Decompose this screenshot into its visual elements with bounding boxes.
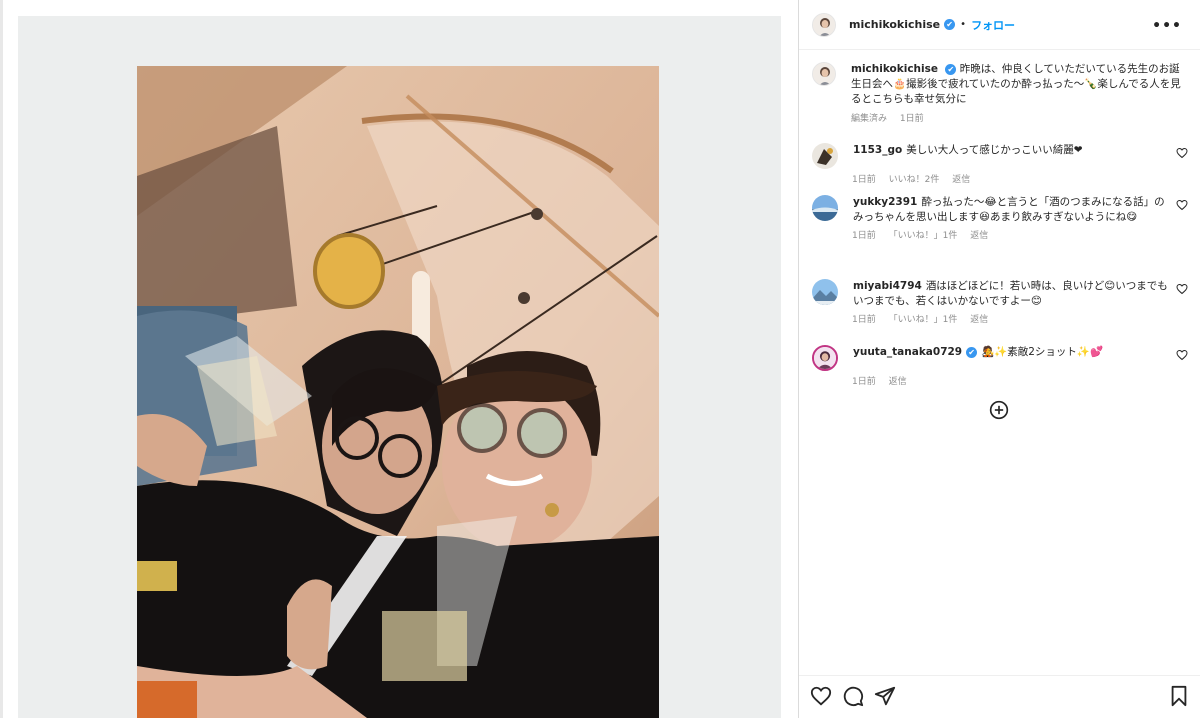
comment-text-block: yuuta_tanaka0729 ✔ 🧑‍🎤✨素敵2ショット✨💕 [853,345,1171,360]
comment-text-block: 1153_go 美しい大人って感じかっこいい綺麗❤ [853,143,1171,158]
load-more-comments-plus-circle-icon[interactable] [989,400,1009,420]
reply-button[interactable]: 返信 [952,175,970,185]
post-author-username[interactable]: michikokichise [849,18,940,31]
follow-button[interactable]: フォロー [971,17,1015,33]
comment-username[interactable]: yukky2391 [853,196,917,208]
post-photo[interactable] [137,66,659,718]
reply-button[interactable]: 返信 [889,377,907,387]
comment-item: yukky2391 酔っ払った〜😂と言うと「酒のつまみになる話」のみっちゃんを思い… [812,195,1188,241]
post-photo-illustration [137,66,659,718]
verified-badge-icon: ✔ [944,19,956,30]
comment-item: miyabi4794 酒はほどほどに！若い時は、良いけど😊いつまでもいつまでも、若… [812,279,1188,325]
comment-username[interactable]: yuuta_tanaka0729 [853,346,962,358]
commenter-avatar[interactable] [812,143,838,169]
like-heart-icon[interactable] [810,685,832,707]
comment-meta: 1日前 返信 [852,374,1188,387]
more-options-icon[interactable]: ••• [1152,18,1182,34]
share-send-icon[interactable] [874,685,896,707]
window-edge [0,0,3,718]
comment-likes[interactable]: 「いいね！」1件 [889,231,958,241]
comment-like-heart-icon[interactable] [1176,147,1188,159]
post-header: michikokichise ✔ • フォロー ••• [799,0,1200,50]
comment-likes[interactable]: いいね！2件 [889,175,940,185]
comment-likes[interactable]: 「いいね！」1件 [889,315,958,325]
commenter-avatar[interactable] [812,345,838,371]
comment-body: 美しい大人って感じかっこいい綺麗❤ [906,144,1083,156]
avatar[interactable] [812,12,836,37]
comment-time[interactable]: 1日前 [852,377,876,387]
reply-button[interactable]: 返信 [970,315,988,325]
comment-like-heart-icon[interactable] [1176,199,1188,211]
commenter-avatar[interactable] [812,279,838,305]
caption-avatar[interactable] [812,62,836,86]
reply-button[interactable]: 返信 [970,231,988,241]
comment-meta: 1日前 「いいね！」1件 返信 [852,228,1188,241]
post-caption: michikokichise ✔ 昨晩は、仲良くしていただいている先生のお誕生日… [812,62,1187,124]
caption-text-block: michikokichise ✔ 昨晩は、仲良くしていただいている先生のお誕生日… [851,62,1187,107]
comment-item: yuuta_tanaka0729 ✔ 🧑‍🎤✨素敵2ショット✨💕 1日前 返信 [812,345,1188,387]
comment-time[interactable]: 1日前 [852,175,876,185]
comment-icon[interactable] [842,685,864,707]
comment-text-block: miyabi4794 酒はほどほどに！若い時は、良いけど😊いつまでもいつまでも、若… [853,279,1171,309]
verified-badge-icon: ✔ [945,64,957,75]
comment-meta: 1日前 「いいね！」1件 返信 [852,312,1188,325]
comment-username[interactable]: 1153_go [853,144,902,156]
separator: • [960,19,967,30]
save-bookmark-icon[interactable] [1168,685,1190,707]
caption-username[interactable]: michikokichise [851,63,938,75]
comment-text-block: yukky2391 酔っ払った〜😂と言うと「酒のつまみになる話」のみっちゃんを思い… [853,195,1171,225]
panel-divider [798,0,799,718]
comment-item: 1153_go 美しい大人って感じかっこいい綺麗❤ 1日前 いいね！2件 返信 [812,143,1188,185]
instagram-post-window: michikokichise ✔ • フォロー ••• michikokichi… [0,0,1200,718]
verified-badge-icon: ✔ [966,347,978,358]
comment-like-heart-icon[interactable] [1176,349,1188,361]
comment-username[interactable]: miyabi4794 [853,280,922,292]
post-action-bar [799,675,1200,718]
caption-meta: 編集済み 1日前 [851,111,1187,124]
caption-time[interactable]: 1日前 [900,114,924,124]
commenter-avatar[interactable] [812,195,838,221]
comment-meta: 1日前 いいね！2件 返信 [852,172,1188,185]
comment-body: 🧑‍🎤✨素敵2ショット✨💕 [981,346,1104,358]
comment-time[interactable]: 1日前 [852,315,876,325]
edited-label: 編集済み [851,114,888,124]
comment-like-heart-icon[interactable] [1176,283,1188,295]
comment-time[interactable]: 1日前 [852,231,876,241]
